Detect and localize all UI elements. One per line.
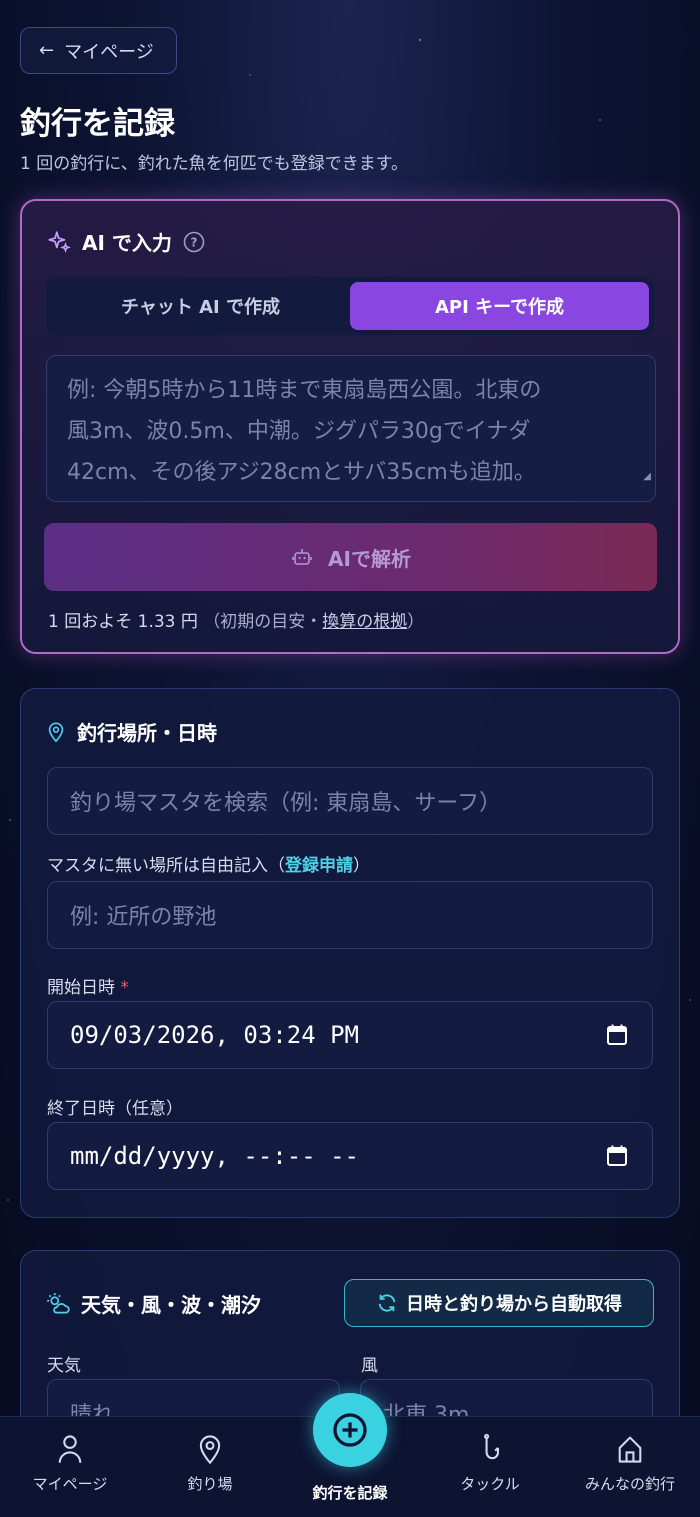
arrow-left-icon: ←: [39, 40, 55, 61]
cost-basis-link[interactable]: 換算の根拠: [322, 612, 407, 632]
end-datetime-placeholder: mm/dd/yyyy, --:-- --: [70, 1142, 359, 1170]
svg-text:?: ?: [190, 235, 197, 249]
required-mark: *: [120, 978, 129, 998]
weather-card-header: 天気・風・波・潮汐: [45, 1289, 261, 1318]
refresh-icon: [378, 1294, 396, 1312]
start-label-text: 開始日時: [47, 978, 115, 998]
start-datetime-label: 開始日時 *: [47, 973, 129, 998]
robot-icon: [292, 549, 312, 565]
location-card-header: 釣行場所・日時: [45, 717, 217, 746]
ai-analyze-button[interactable]: AIで解析: [44, 523, 657, 591]
map-pin-icon: [48, 721, 64, 742]
weather-label: 天気: [47, 1356, 81, 1376]
weather-sun-cloud-icon: [47, 1292, 70, 1314]
ai-mode-segmented-control: チャット AI で作成 API キーで作成: [46, 277, 654, 335]
resize-handle-icon[interactable]: ◢: [643, 456, 651, 497]
nav-community[interactable]: みんなの釣行: [570, 1433, 690, 1494]
fishing-hook-icon: [484, 1433, 500, 1460]
back-button-label: マイページ: [64, 41, 154, 63]
placeholder-line: 風3m、波0.5m、中潮。ジグパラ30gでイナダ: [67, 419, 531, 444]
user-icon: [58, 1435, 82, 1463]
free-text-label-text: マスタに無い場所は自由記入（: [47, 856, 285, 876]
ai-prompt-textarea[interactable]: 例: 今朝5時から11時まで東扇島西公園。北東の 風3m、波0.5m、中潮。ジグ…: [46, 355, 656, 502]
end-datetime-input[interactable]: mm/dd/yyyy, --:-- --: [47, 1122, 653, 1190]
map-pin-icon: [199, 1435, 221, 1465]
end-datetime-label: 終了日時（任意）: [47, 1099, 183, 1119]
free-location-input[interactable]: 例: 近所の野池: [47, 881, 653, 949]
register-request-link[interactable]: 登録申請: [285, 856, 353, 876]
sparkles-icon: [48, 230, 71, 253]
cost-main: 1 回およそ 1.33 円: [48, 612, 198, 632]
spot-search-input[interactable]: 釣り場マスタを検索（例: 東扇島、サーフ）: [47, 767, 653, 835]
ai-input-card: AI で入力 ? チャット AI で作成 API キーで作成 例: 今朝5時から…: [20, 199, 680, 654]
nav-tackle[interactable]: タックル: [430, 1433, 550, 1494]
placeholder-line: 例: 今朝5時から11時まで東扇島西公園。北東の: [67, 378, 542, 403]
page-title: 釣行を記録: [20, 106, 175, 142]
cost-note: （初期の目安・: [203, 612, 323, 632]
location-card-title: 釣行場所・日時: [77, 721, 217, 745]
nav-record-label: 釣行を記録: [312, 1484, 388, 1502]
start-datetime-input[interactable]: 09/03/2026, 03:24 PM: [47, 1001, 653, 1069]
auto-fetch-button[interactable]: 日時と釣り場から自動取得: [344, 1279, 654, 1327]
auto-fetch-label: 日時と釣り場から自動取得: [406, 1294, 622, 1315]
ai-analyze-label: AIで解析: [328, 546, 411, 571]
cost-estimate: 1 回およそ 1.33 円 （初期の目安・換算の根拠）: [48, 607, 424, 632]
weather-card-title: 天気・風・波・潮汐: [81, 1293, 261, 1317]
back-to-mypage-button[interactable]: ← マイページ: [20, 27, 177, 74]
placeholder-line: 42cm、その後アジ28cmとサバ35cmも追加。: [67, 460, 536, 485]
ai-card-header: AI で入力 ?: [46, 227, 206, 256]
page-subtitle: 1 回の釣行に、釣れた魚を何匹でも登録できます。: [20, 154, 409, 174]
bottom-navigation: マイページ 釣り場 釣行を記録 タックル みんなの釣行: [0, 1393, 700, 1517]
nav-record-button[interactable]: [313, 1393, 387, 1467]
nav-spots-label: 釣り場: [187, 1475, 233, 1493]
cost-note-close: ）: [407, 612, 425, 632]
calendar-icon[interactable]: [606, 1023, 628, 1047]
home-icon: [618, 1436, 642, 1463]
nav-tackle-label: タックル: [460, 1475, 520, 1493]
location-datetime-card: 釣行場所・日時 釣り場マスタを検索（例: 東扇島、サーフ） マスタに無い場所は自…: [20, 688, 680, 1218]
tab-api-key[interactable]: API キーで作成: [350, 282, 649, 330]
wind-label: 風: [361, 1356, 378, 1376]
nav-mypage[interactable]: マイページ: [10, 1433, 130, 1494]
start-datetime-value: 09/03/2026, 03:24 PM: [70, 1021, 359, 1049]
plus-circle-icon: [333, 1413, 367, 1447]
nav-community-label: みんなの釣行: [584, 1475, 675, 1493]
calendar-icon[interactable]: [606, 1144, 628, 1168]
nav-mypage-label: マイページ: [32, 1475, 108, 1493]
nav-spots[interactable]: 釣り場: [150, 1433, 270, 1494]
ai-card-title: AI で入力: [82, 231, 172, 255]
free-text-label: マスタに無い場所は自由記入（登録申請）: [47, 851, 370, 876]
free-text-label-close: ）: [353, 856, 370, 876]
help-icon[interactable]: ?: [182, 230, 206, 254]
tab-chat-ai[interactable]: チャット AI で作成: [51, 282, 350, 330]
